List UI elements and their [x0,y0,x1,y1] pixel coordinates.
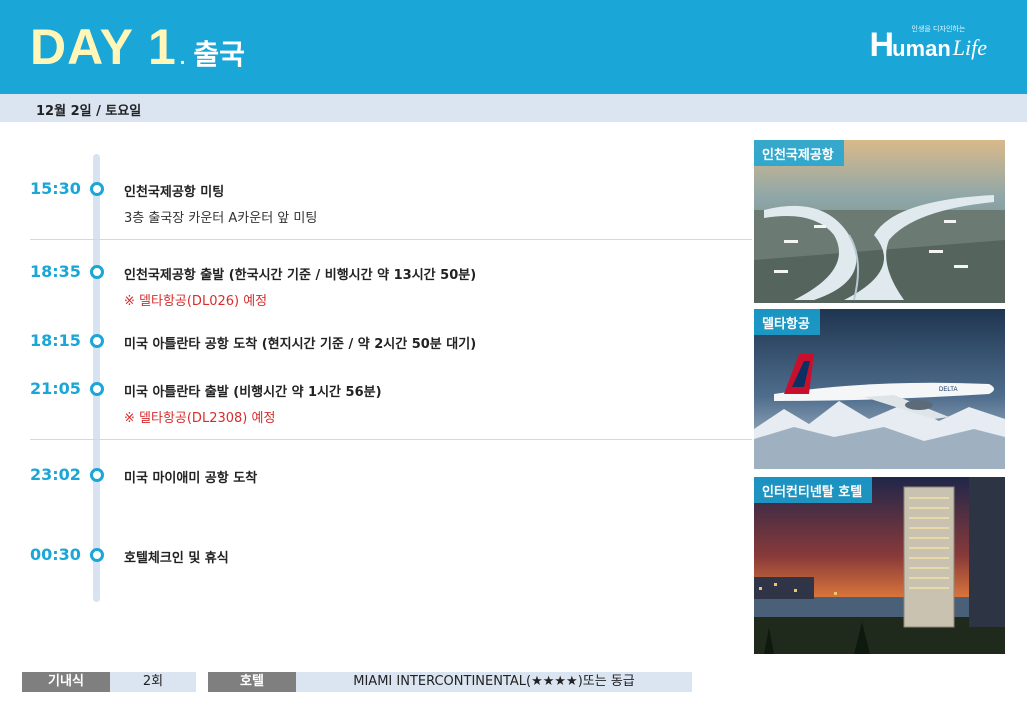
day-word: DAY [30,19,134,75]
logo-script: Life [952,35,987,60]
meal-value: 2회 [110,672,196,692]
schedule-time: 23:02 [30,465,81,484]
timeline-line [93,154,100,602]
schedule-time: 15:30 [30,179,81,198]
photo-label: 인터컨티넨탈 호텔 [754,477,873,503]
photo-label: 인천국제공항 [754,140,844,166]
schedule-title: 인천국제공항 출발 (한국시간 기준 / 비행시간 약 13시간 50분) [124,268,477,283]
footer-bar: 기내식 2회 호텔 MIAMI INTERCONTINENTAL(★★★★)또는… [0,672,1027,694]
schedule-time: 18:35 [30,262,81,281]
meal-label: 기내식 [22,672,110,692]
schedule-time: 00:30 [30,545,81,564]
day-subtitle: 출국 [193,38,245,71]
schedule-title: 미국 아틀란타 출발 (비행시간 약 1시간 56분) [124,385,382,400]
day-number: 1 [147,19,176,75]
schedule-time: 21:05 [30,379,81,398]
section-divider [30,239,752,240]
page-title: DAY 1 . 출국 [30,18,245,76]
schedule-note: 3층 출국장 카운터 A카운터 앞 미팅 [124,211,318,226]
timeline-dot-icon [90,548,104,562]
header-banner: DAY 1 . 출국 인생을 디자인하는 H uman Life [0,0,1027,94]
timeline-dot-icon [90,182,104,196]
date-bar: 12월 2일 / 토요일 [0,94,1027,122]
timeline-dot-icon [90,265,104,279]
day-dot: . [179,47,186,69]
timeline-dot-icon [90,382,104,396]
hotel-label: 호텔 [208,672,296,692]
humanlife-logo: 인생을 디자인하는 H uman Life [869,25,987,64]
timeline-dot-icon [90,468,104,482]
section-divider [30,439,752,440]
schedule-note: ※ 델타항공(DL026) 예정 [124,294,268,309]
schedule-title: 인천국제공항 미팅 [124,185,225,200]
schedule-title: 미국 아틀란타 공항 도착 (현지시간 기준 / 약 2시간 50분 대기) [124,337,477,352]
photo-label: 델타항공 [754,309,820,335]
logo-letter-h: H [869,26,895,64]
date-text: 12월 2일 / 토요일 [36,104,142,119]
schedule-time: 18:15 [30,331,81,350]
hotel-value: MIAMI INTERCONTINENTAL(★★★★)또는 동급 [296,672,692,692]
delta-airline-photo: DELTA 델타항공 [754,309,1005,469]
svg-text:DELTA: DELTA [939,387,957,393]
schedule-title: 호텔체크인 및 휴식 [124,551,229,566]
schedule-title: 미국 마이애미 공항 도착 [124,471,258,486]
logo-tagline: 인생을 디자인하는 [911,25,966,33]
logo-word: uman [892,36,951,61]
intercontinental-hotel-photo: 인터컨티넨탈 호텔 [754,477,1005,654]
hotel-photo-icon [754,477,1005,654]
incheon-airport-photo: 인천국제공항 [754,140,1005,303]
schedule-note: ※ 델타항공(DL2308) 예정 [124,411,276,426]
timeline-dot-icon [90,334,104,348]
